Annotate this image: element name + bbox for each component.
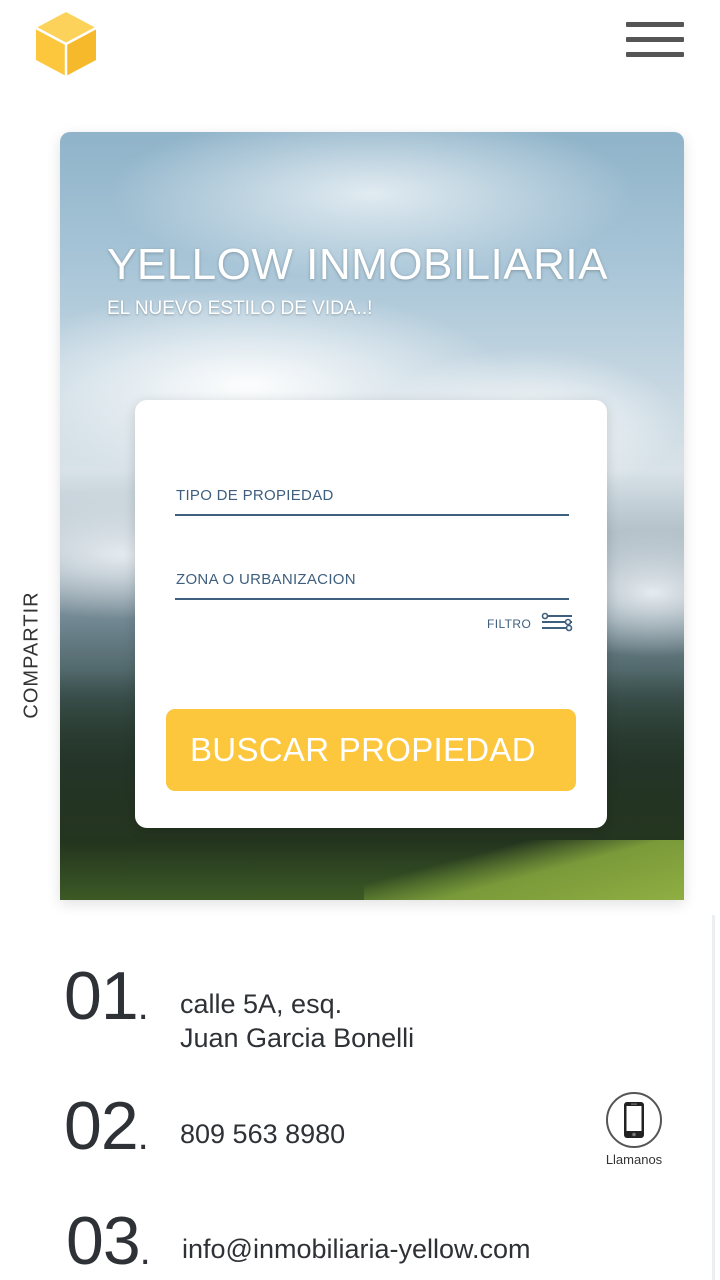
hamburger-menu-icon[interactable] xyxy=(626,22,684,58)
contact-number-2: 02. xyxy=(64,1088,149,1164)
property-type-input[interactable] xyxy=(175,476,569,516)
call-label: Llamanos xyxy=(605,1152,663,1167)
address-line-1: calle 5A, esq. xyxy=(180,989,343,1019)
email-link[interactable]: info@inmobiliaria-yellow.com xyxy=(182,1232,531,1266)
call-button[interactable]: Llamanos xyxy=(598,1092,670,1167)
hero-subtitle: EL NUEVO ESTILO DE VIDA..! xyxy=(107,298,373,319)
search-property-button[interactable]: BUSCAR PROPIEDAD xyxy=(166,709,576,791)
contact-number-3: 03. xyxy=(66,1203,151,1279)
filter-button[interactable]: FILTRO xyxy=(487,612,573,637)
zone-input[interactable] xyxy=(175,560,569,600)
hero-title: YELLOW INMOBILIARIA xyxy=(107,240,608,289)
contact-number-1: 01. xyxy=(64,958,149,1034)
search-card: FILTRO BUSCAR PROPIEDAD xyxy=(135,400,607,828)
logo-cube-icon[interactable] xyxy=(34,10,98,78)
sliders-icon xyxy=(541,612,573,637)
filter-label: FILTRO xyxy=(487,617,532,631)
phone-number[interactable]: 809 563 8980 xyxy=(180,1117,345,1151)
phone-icon xyxy=(606,1092,662,1148)
address-line-2: Juan Garcia Bonelli xyxy=(180,1023,415,1053)
share-link[interactable]: COMPARTIR xyxy=(21,591,44,718)
scrollbar-track xyxy=(712,915,715,1280)
grass-layer xyxy=(364,840,684,900)
